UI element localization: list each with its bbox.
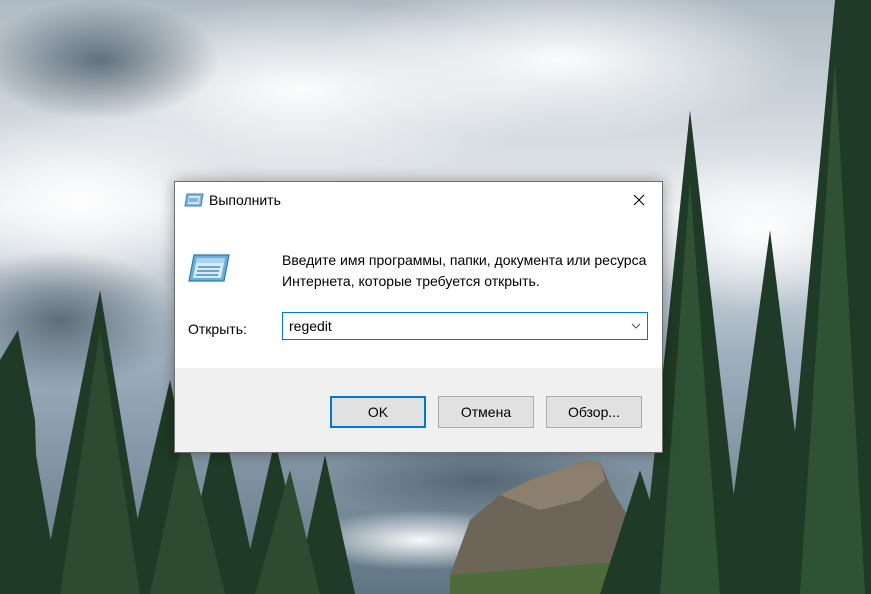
chevron-down-icon xyxy=(631,323,641,329)
close-icon xyxy=(633,194,645,206)
cancel-button[interactable]: Отмена xyxy=(438,396,534,428)
run-dialog: Выполнить Введите имя программы, папки, … xyxy=(174,181,663,453)
open-combobox[interactable] xyxy=(282,312,648,340)
run-icon xyxy=(184,193,204,207)
dialog-footer: OK Отмена Обзор... xyxy=(175,368,662,452)
ok-button[interactable]: OK xyxy=(330,396,426,428)
browse-button[interactable]: Обзор... xyxy=(546,396,642,428)
open-input[interactable] xyxy=(283,313,619,339)
dialog-title: Выполнить xyxy=(209,192,281,208)
open-label: Открыть: xyxy=(188,321,247,337)
dialog-titlebar[interactable]: Выполнить xyxy=(175,182,662,218)
run-icon xyxy=(188,254,230,282)
dropdown-button[interactable] xyxy=(625,313,647,339)
prompt-text: Введите имя программы, папки, документа … xyxy=(282,252,647,289)
desktop: Выполнить Введите имя программы, папки, … xyxy=(0,0,871,594)
dialog-body: Введите имя программы, папки, документа … xyxy=(175,218,662,368)
close-button[interactable] xyxy=(616,182,662,218)
